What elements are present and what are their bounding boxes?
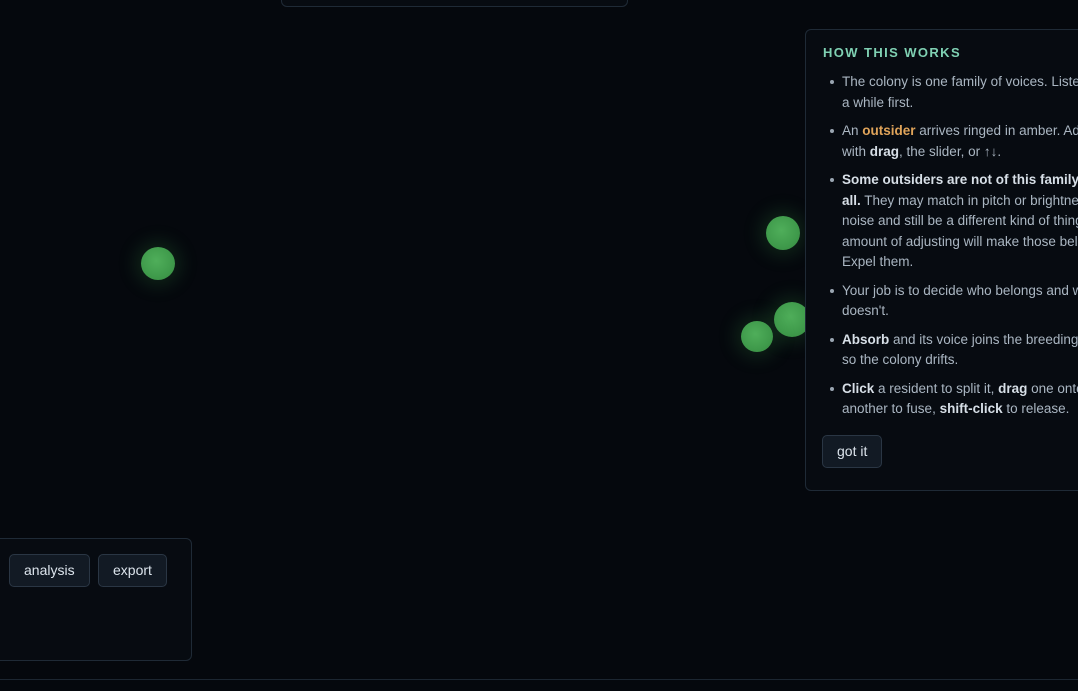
status-bar xyxy=(0,679,1078,691)
colony-canvas[interactable]: HOW THIS WORKS The colony is one family … xyxy=(0,0,1078,691)
top-panel xyxy=(281,0,628,7)
help-item: Click a resident to split it, drag one o… xyxy=(826,379,1078,420)
how-this-works-panel: HOW THIS WORKS The colony is one family … xyxy=(805,29,1078,491)
help-title: HOW THIS WORKS xyxy=(823,45,962,60)
colony-resident[interactable] xyxy=(741,321,773,352)
outsider-term: outsider xyxy=(862,123,916,138)
controls-panel: analysis export xyxy=(0,538,192,661)
help-item: Absorb and its voice joins the breeding … xyxy=(826,330,1078,371)
export-button[interactable]: export xyxy=(98,554,167,587)
help-item: Some outsiders are not of this family at… xyxy=(826,170,1078,273)
help-item: The colony is one family of voices. List… xyxy=(826,72,1078,113)
colony-resident[interactable] xyxy=(766,216,800,250)
help-item: Your job is to decide who belongs and wh… xyxy=(826,281,1078,322)
analysis-button[interactable]: analysis xyxy=(9,554,90,587)
got-it-button[interactable]: got it xyxy=(822,435,883,468)
help-item: An outsider arrives ringed in amber. Adj… xyxy=(826,121,1078,162)
colony-resident[interactable] xyxy=(141,247,175,280)
help-list: The colony is one family of voices. List… xyxy=(826,72,1078,428)
